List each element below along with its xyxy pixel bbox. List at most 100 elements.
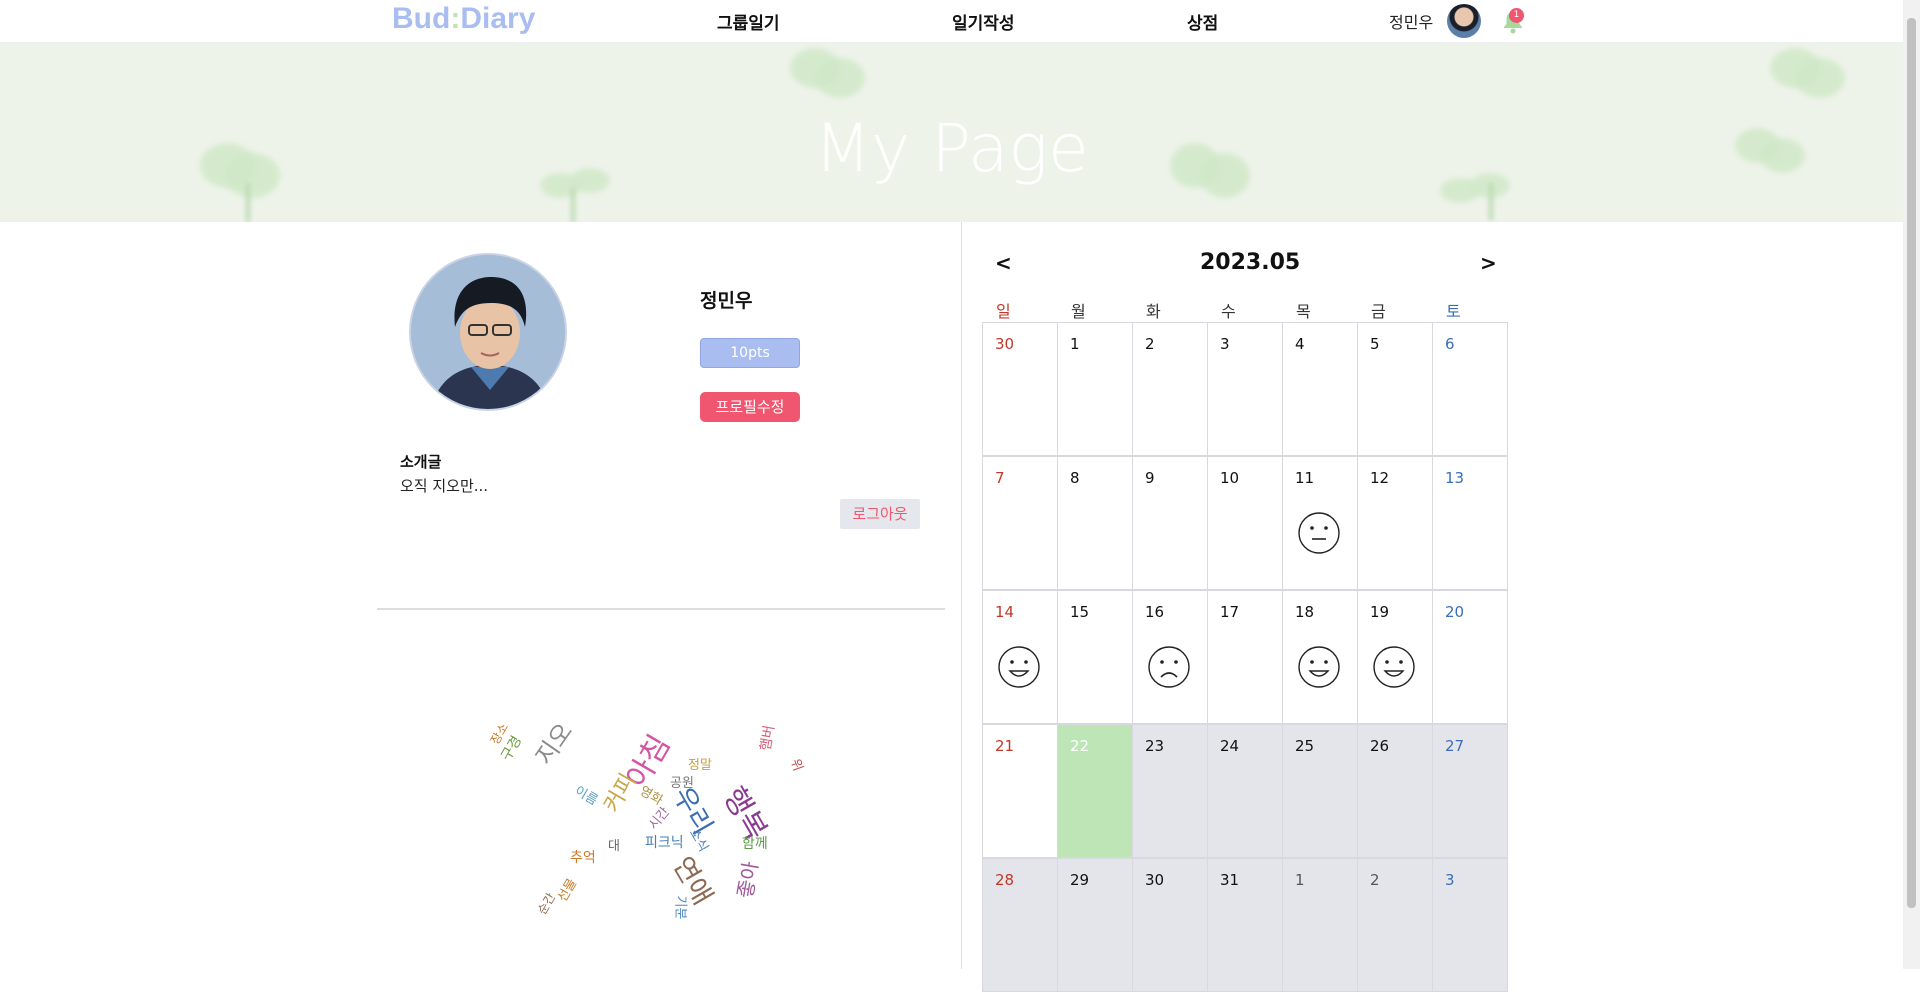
app-logo[interactable]: Bud:Diary [392,2,535,36]
calendar-day[interactable]: 10 [1207,456,1283,590]
calendar-day[interactable]: 22 [1057,724,1133,858]
word-cloud: 행복 아침 우리 연애 지오 커피 좋아 피크닉 함께 추억 공원 영화 정말 … [470,690,830,930]
cloud-word: 햄버 [757,724,778,753]
cloud-word: 시간 [646,804,673,833]
day-number: 29 [1070,871,1090,889]
nav-avatar[interactable] [1447,4,1481,38]
day-number: 14 [995,603,1015,621]
profile-photo [409,253,567,411]
calendar-day[interactable]: 8 [1057,456,1133,590]
nav-user-name[interactable]: 정민우 [1389,9,1433,33]
nav-write-diary[interactable]: 일기작성 [952,9,1015,34]
day-number: 30 [995,335,1015,353]
calendar-day[interactable]: 23 [1132,724,1208,858]
weekday-label: 월 [1071,302,1086,321]
day-number: 3 [1445,871,1455,889]
calendar-day[interactable]: 13 [1432,456,1508,590]
happy-face-icon [1373,646,1415,688]
day-number: 15 [1070,603,1090,621]
neutral-face-icon [1298,512,1340,554]
cloud-word: 정말 [688,758,712,773]
page-banner: My Page [0,43,1903,222]
day-number: 23 [1145,737,1165,755]
calendar-day[interactable]: 7 [982,456,1058,590]
next-month-button[interactable]: > [1480,251,1497,275]
day-number: 21 [995,737,1015,755]
day-number: 1 [1295,871,1305,889]
calendar-day[interactable]: 30 [1132,858,1208,992]
day-number: 19 [1370,603,1390,621]
prev-month-button[interactable]: < [995,251,1012,275]
calendar-day[interactable]: 18 [1282,590,1358,724]
cloud-word: 좋아 [732,859,763,900]
calendar-day[interactable]: 4 [1282,322,1358,456]
day-number: 24 [1220,737,1240,755]
day-number: 2 [1145,335,1155,353]
calendar-day[interactable]: 30 [982,322,1058,456]
calendar-day[interactable]: 28 [982,858,1058,992]
calendar-day[interactable]: 29 [1057,858,1133,992]
weekday-label: 일 [996,302,1011,321]
day-number: 16 [1145,603,1165,621]
calendar-day[interactable]: 21 [982,724,1058,858]
day-number: 20 [1445,603,1465,621]
intro-heading: 소개글 [400,453,442,471]
weekday-label: 목 [1296,302,1311,321]
day-number: 10 [1220,469,1240,487]
cloud-word: 공원 [670,776,694,791]
day-number: 22 [1070,737,1090,755]
calendar-day[interactable]: 11 [1282,456,1358,590]
calendar-day[interactable]: 2 [1132,322,1208,456]
calendar-day[interactable]: 9 [1132,456,1208,590]
calendar-day[interactable]: 16 [1132,590,1208,724]
calendar-day[interactable]: 15 [1057,590,1133,724]
weekday-label: 수 [1221,302,1236,321]
calendar-day[interactable]: 26 [1357,724,1433,858]
points-badge: 10pts [700,338,800,368]
cloud-word: 지오 [529,717,579,771]
calendar-day[interactable]: 3 [1207,322,1283,456]
sad-face-icon [1148,646,1190,688]
calendar-day[interactable]: 6 [1432,322,1508,456]
calendar-day[interactable]: 24 [1207,724,1283,858]
day-number: 1 [1070,335,1080,353]
page-scrollbar[interactable] [1903,0,1920,969]
scrollbar-thumb[interactable] [1907,18,1916,908]
weekday-label: 화 [1146,302,1161,321]
calendar-day[interactable]: 1 [1282,858,1358,992]
weekday-label: 금 [1371,302,1386,321]
day-number: 7 [995,469,1005,487]
nav-group-diary[interactable]: 그룹일기 [717,9,780,34]
weekday-label: 토 [1446,302,1461,321]
day-number: 30 [1145,871,1165,889]
cloud-word: 피크닉 [645,835,684,851]
cloud-word: 기분 [672,895,688,920]
calendar-day[interactable]: 17 [1207,590,1283,724]
calendar-day[interactable]: 25 [1282,724,1358,858]
notification-badge: 1 [1509,8,1524,23]
calendar-day[interactable]: 2 [1357,858,1433,992]
day-number: 26 [1370,737,1390,755]
calendar-day[interactable]: 12 [1357,456,1433,590]
logout-button[interactable]: 로그아웃 [840,499,920,529]
cloud-word: 이름 [571,783,601,809]
calendar-day[interactable]: 14 [982,590,1058,724]
calendar-day[interactable]: 1 [1057,322,1133,456]
calendar-day[interactable]: 27 [1432,724,1508,858]
day-number: 12 [1370,469,1390,487]
calendar-day[interactable]: 31 [1207,858,1283,992]
day-number: 5 [1370,335,1380,353]
calendar-day[interactable]: 3 [1432,858,1508,992]
day-number: 3 [1220,335,1230,353]
day-number: 31 [1220,871,1240,889]
day-number: 8 [1070,469,1080,487]
nav-shop[interactable]: 상점 [1187,9,1218,34]
day-number: 11 [1295,469,1315,487]
day-number: 9 [1145,469,1155,487]
calendar-day[interactable]: 5 [1357,322,1433,456]
cloud-word: 추억 [570,850,596,866]
happy-face-icon [998,646,1040,688]
calendar-day[interactable]: 20 [1432,590,1508,724]
edit-profile-button[interactable]: 프로필수정 [700,392,800,422]
calendar-day[interactable]: 19 [1357,590,1433,724]
